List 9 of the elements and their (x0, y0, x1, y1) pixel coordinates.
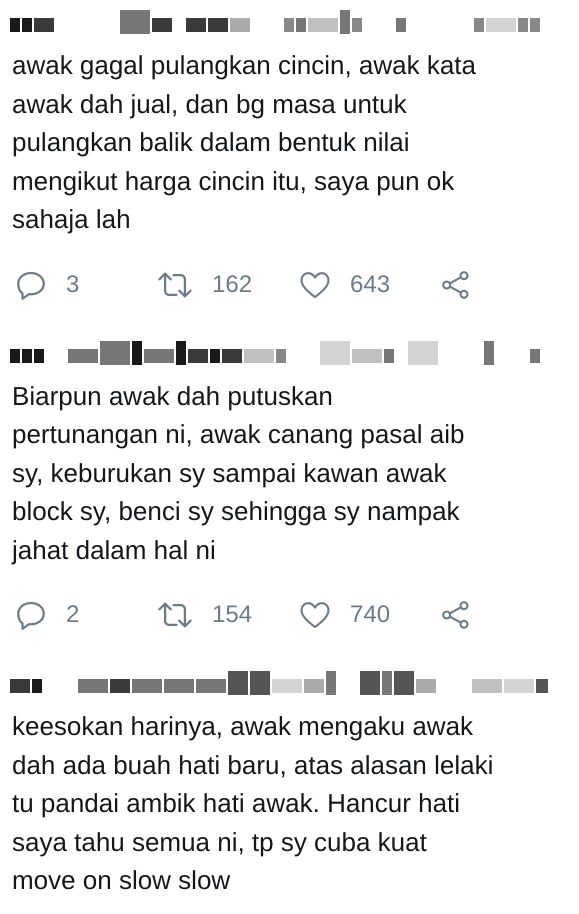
like-count: 740 (350, 600, 390, 630)
retweet-count: 154 (212, 600, 252, 630)
reply-count: 2 (66, 600, 80, 630)
reply-count: 3 (66, 270, 80, 300)
retweet-count: 162 (212, 270, 252, 300)
tweet-text: Biarpun awak dah putuskan pertunangan ni, awak canang pasal aib sy, keburukan sy sampai kawan awak block sy, benci sy sehingga sy nampak jahat dalam hal ni (10, 380, 466, 566)
like-count: 643 (350, 270, 390, 300)
tweet-text: awak gagal pulangkan cincin, awak kata awak dah jual, dan bg masa untuk pulangkan balik dalam bentuk nilai mengikut harga cincin itu, saya pun ok sahaja lah (11, 49, 477, 236)
tweet-text: keesokan harinya, awak mengaku awak dah ada buah hati baru, atas alasan lelaki tu pandai ambik hati awak. Hancur hati saya tahu semua ni, tp sy cuba kuat move on slow slow (11, 710, 494, 897)
